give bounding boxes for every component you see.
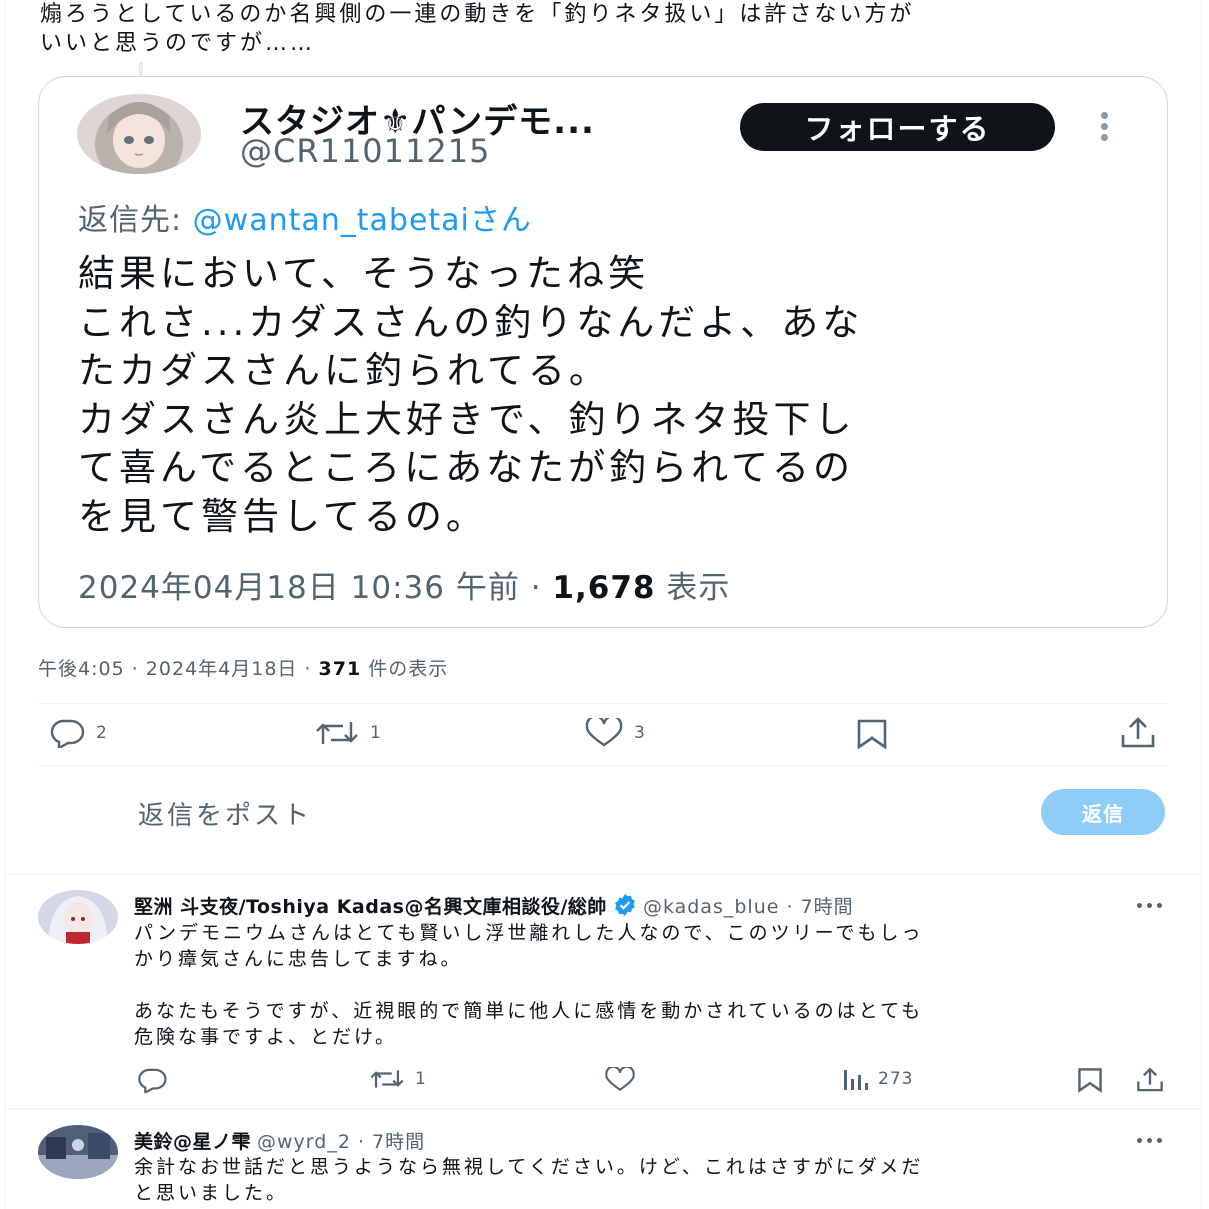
reply-author-handle[interactable]: @kadas_blue · 7時間 xyxy=(643,896,854,918)
verified-badge-icon xyxy=(615,894,635,916)
reply-header: 堅洲 斗支夜/Toshiya Kadas@名興文庫相談役/総帥 @kadas_bl… xyxy=(134,892,854,919)
reply-to-mention[interactable]: @wantan_tabetaiさん xyxy=(193,203,532,238)
reply-to-prefix: 返信先: xyxy=(78,203,193,238)
reply-views-count: 273 xyxy=(878,1069,914,1089)
post-views-label: 件の表示 xyxy=(368,658,449,680)
post-meta: 午後4:05 · 2024年4月18日 · 371 件の表示 xyxy=(38,658,449,680)
quote-avatar xyxy=(77,94,201,174)
quote-handle[interactable]: @CR11011215 xyxy=(240,132,490,170)
like-action[interactable]: 3 xyxy=(584,718,646,748)
quote-body-line: カダスさん炎上大好きで、釣りネタ投下し xyxy=(78,397,856,441)
reply-text-line: 危険な事ですよ、とだけ。 xyxy=(134,1026,398,1048)
reply-input[interactable]: 返信をポスト xyxy=(138,795,312,832)
divider xyxy=(4,1108,1202,1109)
heart-icon xyxy=(585,718,623,747)
reply-text-line: と思いました。 xyxy=(134,1182,289,1204)
quote-body-line: 結果において、そうなったね笑 xyxy=(78,252,650,295)
quote-timestamp: 2024年04月18日 10:36 午前 xyxy=(78,570,520,606)
reply-bookmark-action[interactable] xyxy=(1077,1066,1103,1094)
reply-repost-count: 1 xyxy=(415,1069,427,1089)
quote-body: 結果において、そうなったね笑 これさ...カダスさんの釣りなんだよ、あな たカダ… xyxy=(78,250,1138,542)
reply-text-line: あなたもそうですが、近視眼的で簡単に他人に感情を動かされているのはとても xyxy=(134,1000,924,1022)
reply-text: 余計なお世話だと思うようなら無視してください。けど、これはさすがにダメだ と思い… xyxy=(134,1154,1154,1206)
reply-repost-action[interactable]: 1 xyxy=(369,1067,427,1091)
share-action[interactable] xyxy=(1120,717,1156,749)
divider xyxy=(4,874,1202,875)
repost-count: 1 xyxy=(370,723,382,743)
reply-icon xyxy=(138,1068,167,1093)
quote-meta: 2024年04月18日 10:36 午前 · 1,678 表示 xyxy=(78,570,731,606)
reply-button[interactable]: 返信 xyxy=(1041,789,1165,835)
bookmark-icon xyxy=(857,719,887,750)
share-icon xyxy=(1137,1067,1163,1092)
reply-count: 2 xyxy=(96,723,108,743)
bookmark-action[interactable] xyxy=(856,718,888,750)
reply-author-handle[interactable]: @wyrd_2 · 7時間 xyxy=(257,1131,425,1153)
reply-text-line: かり瘴気さんに忠告してますね。 xyxy=(134,948,463,970)
follow-button[interactable]: フォローする xyxy=(740,103,1055,151)
reply-share-action[interactable] xyxy=(1136,1066,1164,1094)
like-count: 3 xyxy=(634,723,646,743)
post-time[interactable]: 午後4:05 xyxy=(38,658,125,680)
reply-more-icon[interactable] xyxy=(1137,1138,1162,1143)
post-text-line: いいと思うのですが…… xyxy=(40,31,316,56)
reply-text-line: 余計なお世話だと思うようなら無視してください。けど、これはさすがにダメだ xyxy=(134,1156,924,1178)
repost-icon xyxy=(370,1070,404,1088)
reply-to-line: 返信先: @wantan_tabetaiさん xyxy=(78,195,532,239)
reply-like-action[interactable] xyxy=(604,1067,636,1093)
quote-more-icon[interactable] xyxy=(1098,112,1110,144)
post-date[interactable]: 2024年4月18日 xyxy=(146,658,298,680)
reply-text-line: パンデモニウムさんはとても賢いし浮世離れした人なので、このツリーでもしっ xyxy=(134,922,924,944)
reply-more-icon[interactable] xyxy=(1137,903,1162,908)
reply-text-line xyxy=(134,972,1154,998)
share-icon xyxy=(1121,717,1155,748)
post-views-count: 371 xyxy=(318,658,362,680)
quote-body-line: を見て警告してるの。 xyxy=(78,494,487,538)
post-text: 煽ろうとしているのか名興側の一連の動きを「釣りネタ扱い」は許さない方が いいと思… xyxy=(40,0,1170,58)
quote-views-label: 表示 xyxy=(666,570,731,606)
post-text-line: 煽ろうとしているのか名興側の一連の動きを「釣りネタ扱い」は許さない方が xyxy=(40,2,915,27)
repost-icon xyxy=(316,722,358,744)
divider xyxy=(38,703,1168,704)
reply-icon xyxy=(50,719,85,748)
quote-body-line: たカダスさんに釣られてる。 xyxy=(78,349,610,393)
reply-header: 美鈴@星ノ雫 @wyrd_2 · 7時間 xyxy=(134,1127,425,1154)
repost-action[interactable]: 1 xyxy=(314,718,382,748)
reply-action[interactable]: 2 xyxy=(48,718,108,748)
reply-reply-action[interactable] xyxy=(136,1067,168,1093)
reply-text: パンデモニウムさんはとても賢いし浮世離れした人なので、このツリーでもしっ かり瘴… xyxy=(134,920,1154,1050)
heart-icon xyxy=(605,1067,635,1091)
quote-views-count: 1,678 xyxy=(552,570,656,606)
quote-body-line: て喜んでるところにあなたが釣られてるの xyxy=(78,446,855,490)
bookmark-icon xyxy=(1078,1068,1102,1093)
reply-views-action[interactable]: 273 xyxy=(842,1066,913,1092)
reply-avatar[interactable] xyxy=(38,890,118,944)
analytics-icon xyxy=(844,1070,868,1090)
quote-body-line: これさ...カダスさんの釣りなんだよ、あな xyxy=(78,300,864,344)
reply-avatar[interactable] xyxy=(38,1125,118,1179)
reply-author-name[interactable]: 美鈴@星ノ雫 xyxy=(134,1131,251,1153)
divider xyxy=(38,765,1168,766)
reply-author-name[interactable]: 堅洲 斗支夜/Toshiya Kadas@名興文庫相談役/総帥 xyxy=(134,896,607,918)
